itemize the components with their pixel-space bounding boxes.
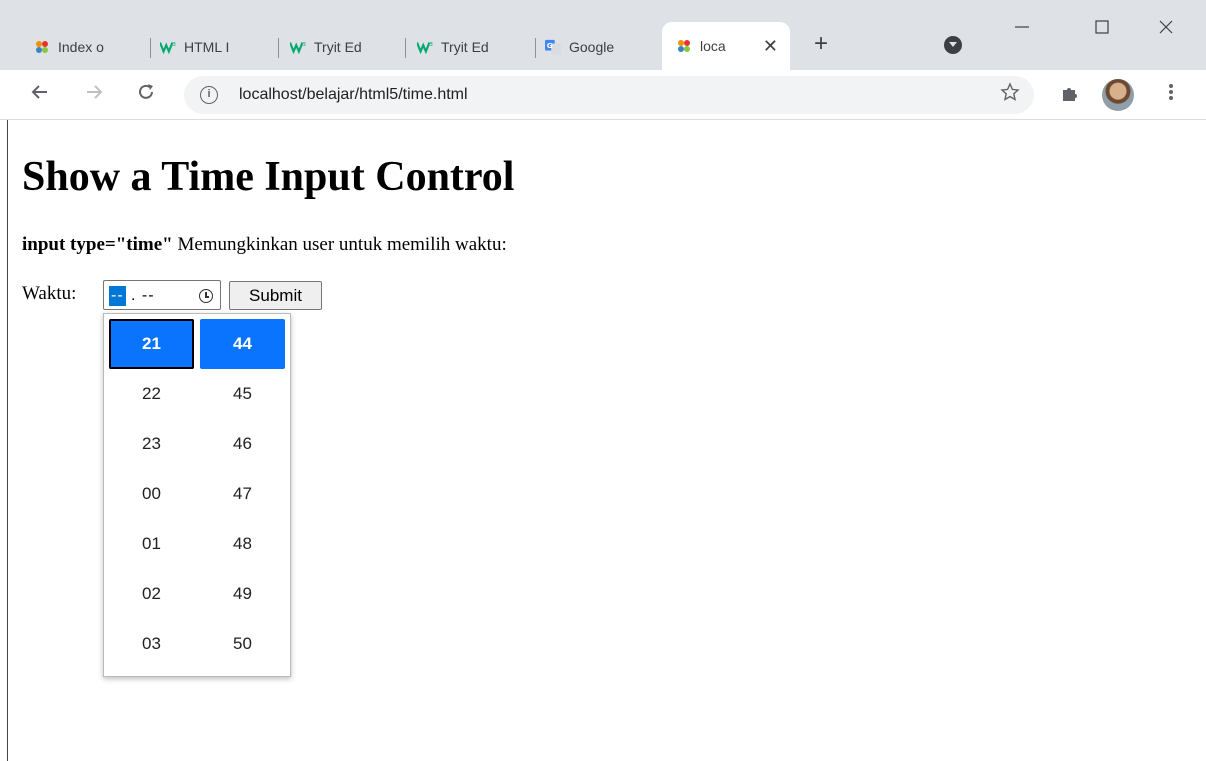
forward-icon[interactable] [84, 82, 104, 108]
hour-option[interactable]: 01 [109, 519, 194, 569]
svg-text:3: 3 [172, 42, 175, 48]
clock-icon[interactable] [199, 289, 213, 303]
tab-google-translate[interactable]: G Google [545, 30, 653, 64]
extensions-puzzle-icon[interactable] [1060, 83, 1080, 108]
time-input[interactable]: -- . -- [103, 280, 221, 310]
hour-column[interactable]: 21 22 23 00 01 02 03 [109, 319, 194, 669]
avatar[interactable] [1102, 79, 1134, 111]
tab-index[interactable]: Index o [34, 30, 146, 64]
tab-html[interactable]: 3 HTML I [160, 30, 270, 64]
browser-toolbar: i localhost/belajar/html5/time.html [0, 70, 1206, 120]
minute-option[interactable]: 50 [200, 619, 285, 669]
w3schools-icon: 3 [160, 39, 176, 55]
minute-option[interactable]: 48 [200, 519, 285, 569]
time-picker-popup: 21 22 23 00 01 02 03 44 45 46 47 48 49 5… [103, 313, 291, 677]
tab-strip: Index o 3 HTML I 3 Tryit Ed 3 Tryit Ed G… [0, 0, 1206, 70]
tab-search-icon[interactable] [944, 36, 962, 54]
tab-separator [405, 38, 406, 58]
window-edge [7, 120, 8, 761]
url-text[interactable]: localhost/belajar/html5/time.html [239, 86, 468, 104]
tab-separator [278, 38, 279, 58]
minimize-icon[interactable] [1002, 12, 1042, 42]
tab-close-icon[interactable]: ✕ [763, 36, 778, 57]
back-icon[interactable] [30, 82, 50, 108]
svg-text:3: 3 [302, 42, 305, 48]
minute-option[interactable]: 47 [200, 469, 285, 519]
tab-tryit-2[interactable]: 3 Tryit Ed [417, 30, 527, 64]
time-hour-segment[interactable]: -- [109, 286, 126, 306]
hour-option[interactable]: 22 [109, 369, 194, 419]
tab-separator [535, 38, 536, 58]
minute-option[interactable]: 46 [200, 419, 285, 469]
description-code: input type="time" [22, 234, 173, 255]
page-title: Show a Time Input Control [22, 154, 515, 200]
info-icon[interactable]: i [200, 86, 218, 104]
hour-option[interactable]: 00 [109, 469, 194, 519]
close-window-icon[interactable] [1146, 12, 1186, 42]
submit-button[interactable]: Submit [229, 281, 322, 310]
tab-tryit-1[interactable]: 3 Tryit Ed [290, 30, 400, 64]
minute-option-selected[interactable]: 44 [200, 319, 285, 369]
maximize-icon[interactable] [1082, 12, 1122, 42]
google-translate-icon: G [545, 39, 561, 55]
w3schools-icon: 3 [417, 39, 433, 55]
svg-text:G: G [547, 41, 553, 50]
address-bar[interactable]: i localhost/belajar/html5/time.html [184, 76, 1034, 114]
hour-option[interactable]: 02 [109, 569, 194, 619]
reload-icon[interactable] [136, 82, 156, 108]
xampp-icon [676, 38, 692, 54]
minute-option[interactable]: 49 [200, 569, 285, 619]
waktu-label: Waktu: [22, 283, 77, 304]
tab-separator [150, 38, 151, 58]
new-tab-button[interactable]: + [814, 30, 828, 58]
description-text: Memungkinkan user untuk memilih waktu: [172, 234, 507, 255]
svg-text:3: 3 [429, 42, 432, 48]
bookmark-star-icon[interactable] [1000, 82, 1020, 108]
minute-option[interactable]: 45 [200, 369, 285, 419]
hour-option-selected[interactable]: 21 [109, 319, 194, 369]
minute-column[interactable]: 44 45 46 47 48 49 50 [200, 319, 285, 669]
hour-option[interactable]: 03 [109, 619, 194, 669]
more-menu-icon[interactable] [1168, 82, 1174, 106]
description: input type="time" Memungkinkan user untu… [22, 234, 507, 256]
time-minute-segment[interactable]: . -- [131, 286, 155, 306]
w3schools-icon: 3 [290, 39, 306, 55]
xampp-icon [34, 39, 50, 55]
tab-localhost-active[interactable]: loca ✕ [662, 22, 790, 70]
hour-option[interactable]: 23 [109, 419, 194, 469]
